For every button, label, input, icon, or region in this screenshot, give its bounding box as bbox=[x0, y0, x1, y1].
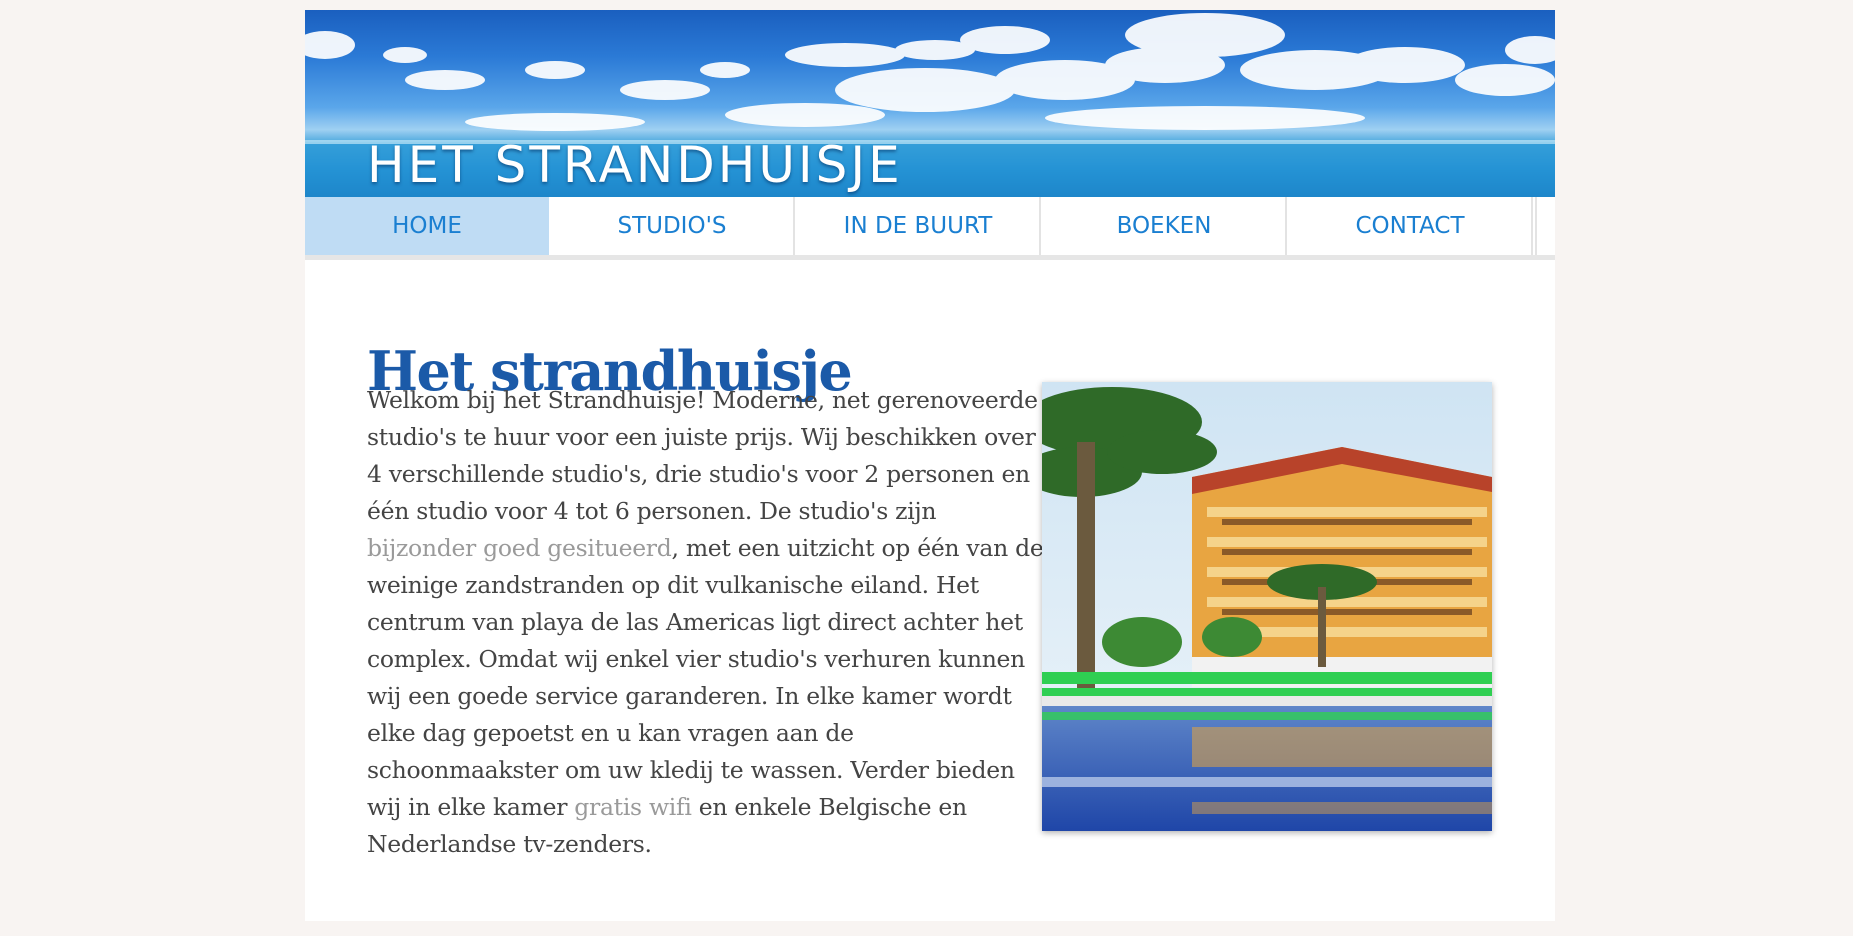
main-nav: HOME STUDIO'S IN DE BUURT BOEKEN CONTACT bbox=[305, 197, 1555, 260]
next-section-heading-partial bbox=[367, 916, 787, 936]
header-banner: HET STRANDHUISJE bbox=[305, 10, 1555, 197]
nav-divider bbox=[1535, 197, 1551, 255]
page: HET STRANDHUISJE HOME STUDIO'S IN DE BUU… bbox=[305, 10, 1555, 921]
nav-item-in-de-buurt[interactable]: IN DE BUURT bbox=[797, 197, 1041, 255]
wifi-link[interactable]: gratis wifi bbox=[574, 793, 692, 821]
site-title[interactable]: HET STRANDHUISJE bbox=[367, 136, 903, 194]
nav-item-boeken[interactable]: BOEKEN bbox=[1043, 197, 1287, 255]
intro-text: , met een uitzicht op één van de weinige… bbox=[367, 534, 1044, 821]
resort-photo bbox=[1042, 382, 1492, 831]
intro-text: Welkom bij het Strandhuisje! Moderne, ne… bbox=[367, 386, 1038, 525]
nav-item-contact[interactable]: CONTACT bbox=[1289, 197, 1533, 255]
nav-item-home[interactable]: HOME bbox=[305, 197, 549, 255]
nav-item-studios[interactable]: STUDIO'S bbox=[551, 197, 795, 255]
intro-paragraph: Welkom bij het Strandhuisje! Moderne, ne… bbox=[367, 382, 1047, 863]
location-link[interactable]: bijzonder goed gesitueerd bbox=[367, 534, 672, 562]
